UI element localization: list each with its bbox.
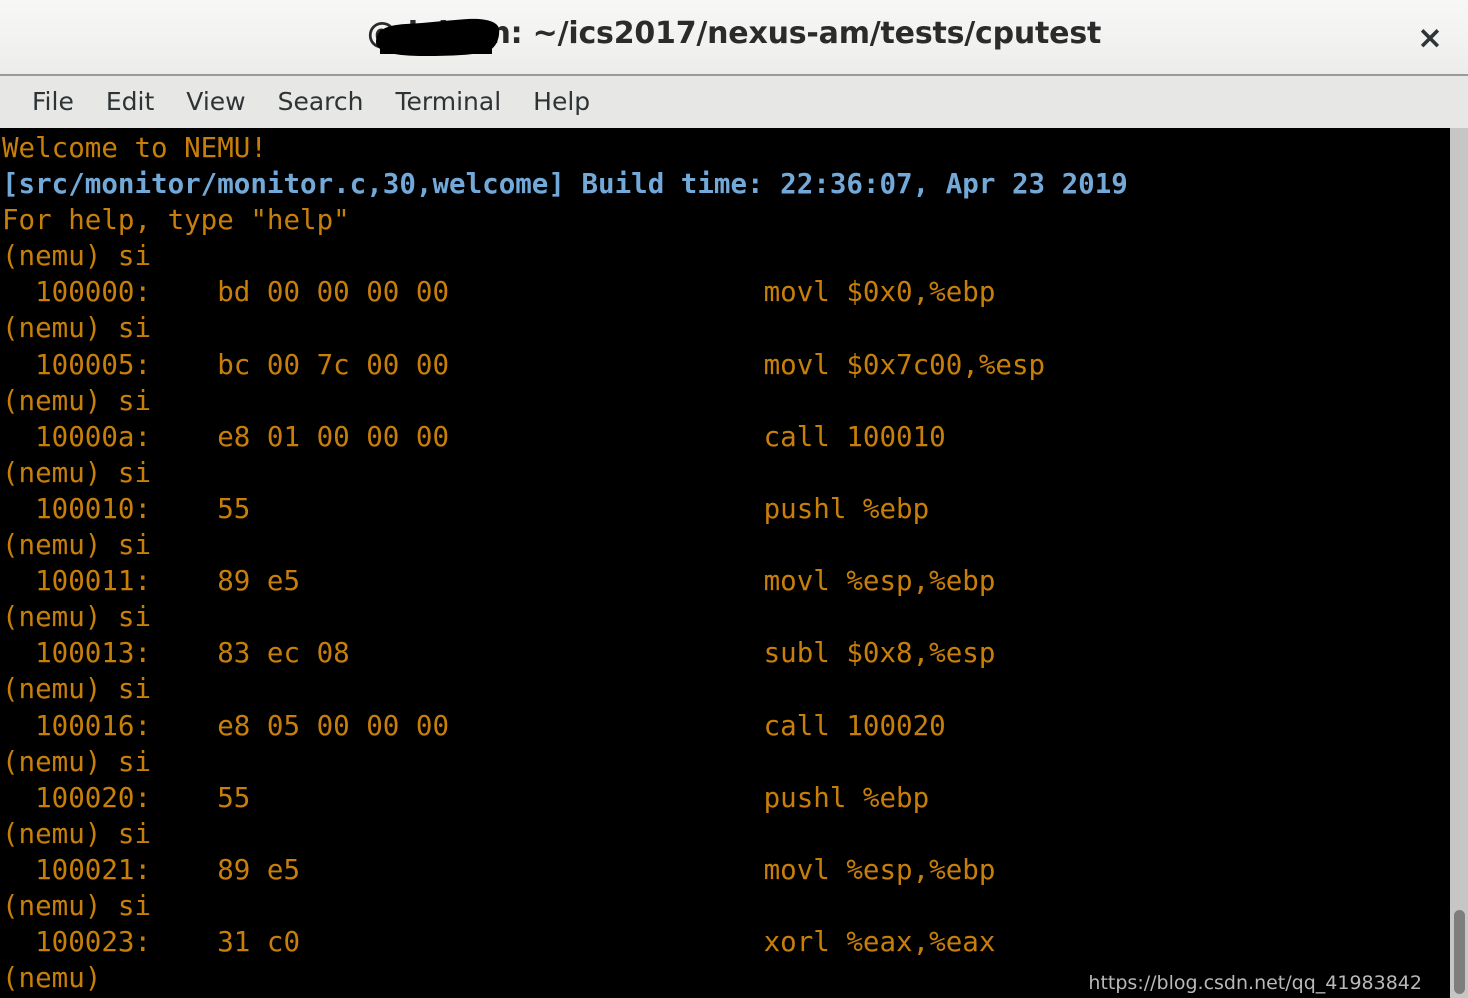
menu-item-help[interactable]: Help	[517, 84, 606, 121]
window-title: @debian: ~/ics2017/nexus-am/tests/cputes…	[366, 16, 1102, 51]
terminal-window: @debian: ~/ics2017/nexus-am/tests/cputes…	[0, 0, 1468, 998]
vertical-scrollbar[interactable]	[1450, 128, 1468, 998]
watermark-label: https://blog.csdn.net/qq_41983842	[1088, 972, 1422, 994]
menu-item-view[interactable]: View	[170, 84, 261, 121]
close-button[interactable]: ×	[1406, 14, 1454, 62]
menu-item-search[interactable]: Search	[262, 84, 380, 121]
title-bar: @debian: ~/ics2017/nexus-am/tests/cputes…	[0, 0, 1468, 76]
terminal-text: Welcome to NEMU! [src/monitor/monitor.c,…	[2, 132, 1128, 995]
scrollbar-thumb[interactable]	[1454, 910, 1465, 994]
menu-item-file[interactable]: File	[16, 84, 90, 121]
menu-bar: File Edit View Search Terminal Help	[0, 76, 1468, 128]
terminal-output-area[interactable]: Welcome to NEMU! [src/monitor/monitor.c,…	[0, 128, 1450, 998]
menu-item-terminal[interactable]: Terminal	[379, 84, 517, 121]
menu-item-edit[interactable]: Edit	[90, 84, 170, 121]
